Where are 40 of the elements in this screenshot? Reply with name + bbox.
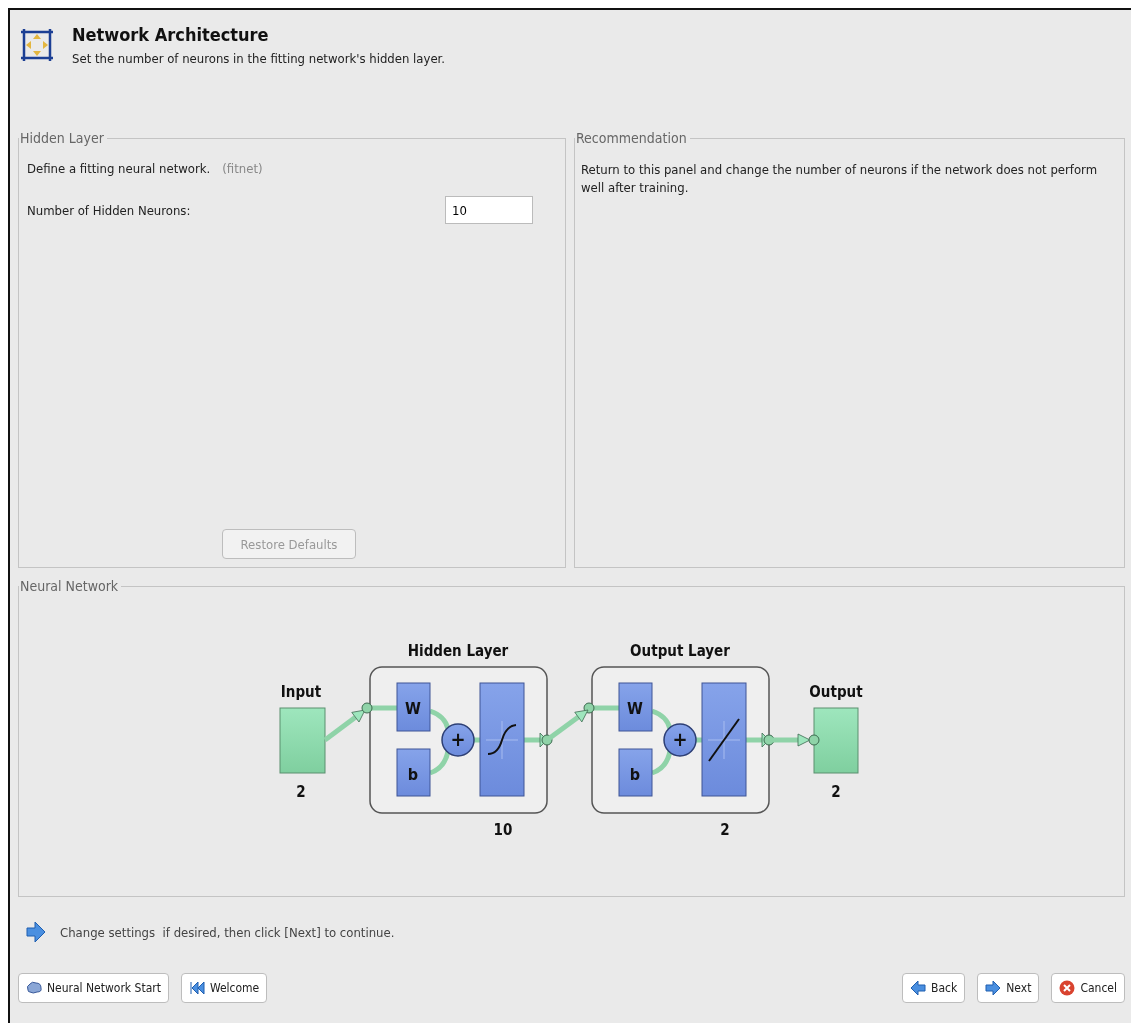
nav-button[interactable]: Back xyxy=(902,973,966,1003)
layer-title: Hidden Layer xyxy=(407,642,508,660)
recommendation-text: Return to this panel and change the number of neurons if the network does not perform well after training. xyxy=(581,161,1099,197)
layer-title: Output Layer xyxy=(629,642,730,660)
nav-button[interactable]: Welcome xyxy=(180,973,268,1003)
neurons-field[interactable]: 10 xyxy=(445,196,533,224)
architecture-icon xyxy=(20,28,54,62)
output-label: Output xyxy=(808,683,863,701)
function-name: (fitnet) xyxy=(222,161,263,176)
nav-button[interactable]: Neural Network Start xyxy=(18,973,169,1003)
instruction-text: Change settings if desired, then click [Next] to continue. xyxy=(60,924,395,940)
nav-button[interactable]: Next xyxy=(977,973,1040,1003)
connection-arrow xyxy=(323,709,365,742)
cancel-icon xyxy=(1059,980,1076,996)
bias-label: b xyxy=(407,765,418,784)
nav-button[interactable]: Cancel xyxy=(1051,973,1125,1003)
input-label: Input xyxy=(280,683,321,701)
page-subtitle: Set the number of neurons in the fitting network's hidden layer. xyxy=(72,51,445,66)
arrow-right-icon xyxy=(985,980,1002,996)
page-title: Network Architecture xyxy=(72,24,270,45)
arrow-right-icon xyxy=(26,921,46,943)
input-block xyxy=(279,707,325,774)
connection-arrow xyxy=(545,709,588,742)
output-block xyxy=(808,707,858,774)
layer-size: 2 xyxy=(719,821,730,839)
bias-label: b xyxy=(629,765,640,784)
input-size: 2 xyxy=(295,783,306,801)
panel-title: Hidden Layer xyxy=(19,130,107,146)
field-label: Number of Hidden Neurons: xyxy=(27,202,191,218)
panel-title: Recommendation xyxy=(575,130,690,146)
sum-symbol: + xyxy=(449,727,466,751)
weight-label: W xyxy=(626,699,643,718)
panel-title: Neural Network xyxy=(19,578,122,594)
skip-back-icon xyxy=(188,980,205,996)
sum-symbol: + xyxy=(671,727,688,751)
description-text: Define a fitting neural network. xyxy=(27,161,211,176)
output-size: 2 xyxy=(830,783,841,801)
arrow-left-icon xyxy=(910,980,927,996)
layer-size: 10 xyxy=(493,821,512,839)
weight-label: W xyxy=(404,699,421,718)
